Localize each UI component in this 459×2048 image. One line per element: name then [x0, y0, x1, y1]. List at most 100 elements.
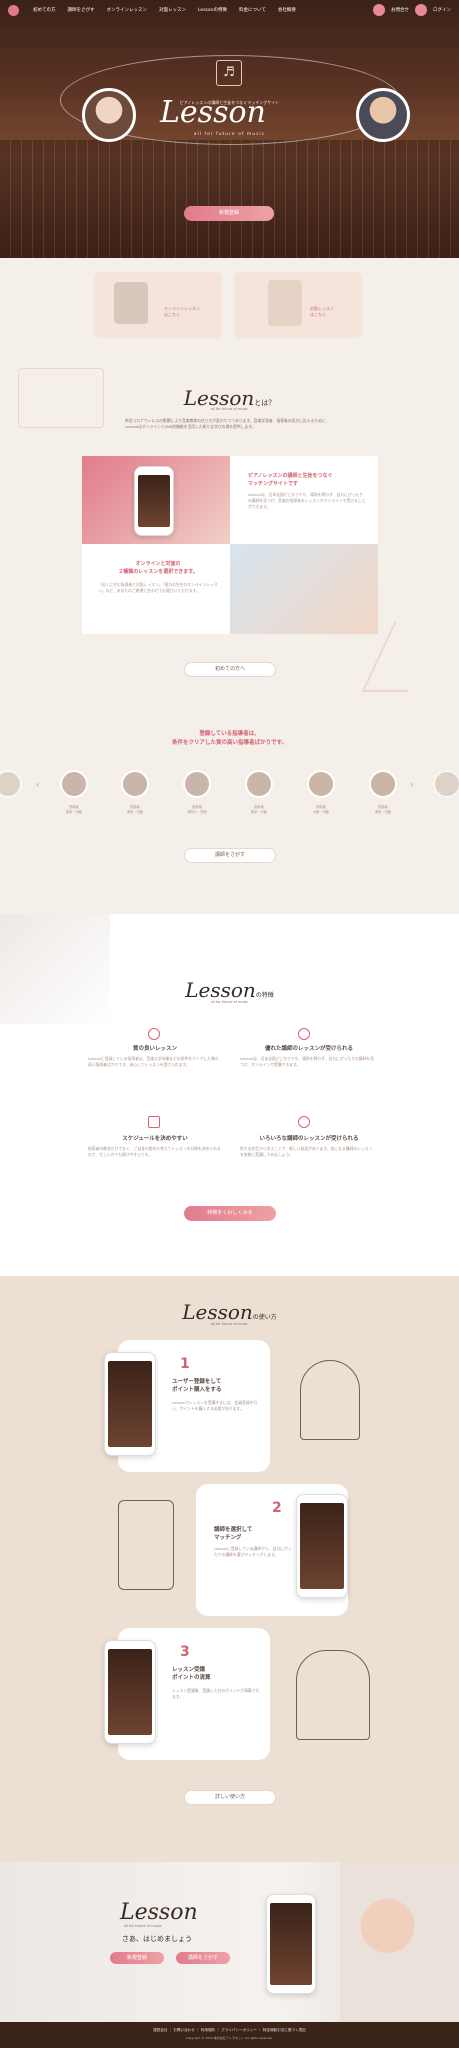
teacher-avatar[interactable] — [60, 770, 88, 798]
about-phone-block — [82, 456, 230, 544]
teacher-avatar-right — [356, 88, 410, 142]
phone-mockup — [134, 466, 174, 536]
howto-logo: Lessonの使い方 — [182, 1300, 277, 1324]
teacher-meta: 指導者 東京・対面 — [127, 805, 143, 814]
about-logo-sub: all for future of music — [210, 407, 249, 411]
about-block-1: ピアノレッスンの講師と生徒をつなぐ マッチングサイトです Lessonは、日本全… — [230, 456, 378, 544]
feature-1-title: 質の良いレッスン — [132, 1046, 177, 1052]
step-2-phone — [296, 1494, 348, 1598]
nav-company[interactable]: 会社概要 — [278, 7, 296, 13]
closing-phone — [266, 1894, 316, 1994]
feature-3-title: スケジュールを決めやすい — [122, 1136, 188, 1142]
step-2-number: 2 — [272, 1500, 282, 1516]
teacher-avatar[interactable] — [307, 770, 335, 798]
hero-logo: Lesson — [160, 95, 266, 130]
step-2-text: Lessonに登録している講師から、自分にぴったりの講師を選びマッチングします。 — [214, 1546, 292, 1557]
teacher-meta: 指導者 東京・対面 — [375, 805, 391, 814]
nav-pricing[interactable]: 料金について — [239, 7, 266, 13]
closing-logo: Lesson — [120, 1900, 198, 1925]
step-1-number: 1 — [180, 1356, 190, 1372]
quality-icon — [148, 1028, 160, 1040]
step-3-phone — [104, 1640, 156, 1744]
sheet-music-bg — [0, 914, 110, 1024]
feature-1-text: Lessonに登録している指導者は、音楽大学卒業などの条件をクリアした質の高い指… — [88, 1056, 219, 1067]
closing-teacher-photo — [340, 1862, 459, 2022]
closing-logo-sub: all for future of music — [124, 1924, 162, 1928]
teacher-icon — [298, 1028, 310, 1040]
step-1-text: Lessonでレッスンを受講するには、会員登録を行い、ポイントを購入する必要があ… — [172, 1400, 258, 1411]
teachers-heading: 登録している指導者は、 条件をクリアした質の高い指導者ばかりです。 — [171, 731, 288, 746]
carousel-next-icon[interactable]: › — [410, 780, 413, 789]
teacher-avatar[interactable] — [0, 770, 22, 798]
hero-section: ♬ ピアノレッスンの講師と生徒をつなぐマッチングサイト Lesson all f… — [0, 0, 459, 258]
about-block-1-title: ピアノレッスンの講師と生徒をつなぐ マッチングサイトです — [248, 473, 333, 487]
nav-find-teacher[interactable]: 講師をさがす — [68, 7, 95, 13]
teacher-avatar[interactable] — [245, 770, 273, 798]
about-lesson-photo — [230, 544, 378, 634]
features-logo-sub: all for future of music — [210, 1000, 249, 1004]
face-lesson-label: 対面レッスン はこちら — [310, 306, 334, 317]
hero-register-button[interactable]: 新規登録 — [184, 206, 274, 221]
user-icon[interactable] — [415, 4, 427, 16]
step-1-phone — [104, 1352, 156, 1456]
calendar-icon — [148, 1116, 160, 1128]
step-3-text: レッスン受講後、受講した分のポイントが清算されます。 — [172, 1688, 260, 1699]
feature-4-title: いろいろな講師のレッスンが受けられる — [259, 1136, 359, 1142]
nav-face[interactable]: 対面レッスン — [159, 7, 186, 13]
teacher-avatar[interactable] — [121, 770, 149, 798]
about-block-2: オンラインと対面の ２種類のレッスンを選択できます。 「近くに住む指導者と対面レ… — [82, 544, 230, 634]
about-block-2-text: 「近くに住む指導者と対面レッスン」「遠方の先生のオンラインレッスン」など、あなた… — [98, 582, 218, 593]
howto-logo-sub: all for future of music — [210, 1322, 249, 1326]
about-block-1-text: Lessonは、日本全国どこからでも、場所を問わず、自分にぴったりの講師を見つけ… — [248, 492, 366, 509]
step-3-number: 3 — [180, 1644, 190, 1660]
teacher-avatar-left — [82, 88, 136, 142]
piano-keys-bg — [0, 140, 459, 258]
about-block-2-title: オンラインと対面の ２種類のレッスンを選択できます。 — [118, 561, 198, 575]
contact-link[interactable]: お問合せ — [391, 7, 409, 13]
teacher-avatar[interactable] — [183, 770, 211, 798]
footer-copyright: Copyright © 2020 株式会社アトラネット All rights r… — [185, 2036, 274, 2040]
nav-features[interactable]: Lessonの特徴 — [198, 7, 227, 13]
woman-phone-illustration — [300, 1360, 360, 1440]
step-2-title: 講師を選択して マッチング — [214, 1527, 253, 1541]
mail-icon[interactable] — [373, 4, 385, 16]
hand-phone-illustration — [118, 1500, 174, 1590]
feature-3-text: 指導者の都合だけでなく、ご自身の都合も考えてレッスンの日時を決められるので、忙し… — [88, 1146, 221, 1157]
teacher-meta: 指導者 東京・対面 — [251, 805, 267, 814]
closing-register-button[interactable]: 新規登録 — [110, 1952, 164, 1964]
nav-right: お問合せ ログイン — [373, 4, 451, 16]
step-1-title: ユーザー登録をして ポイント購入をする — [172, 1379, 222, 1393]
features-detail-button[interactable]: 特徴をくわしくみる — [184, 1206, 276, 1221]
tablet-lesson-illustration — [296, 1650, 370, 1740]
login-link[interactable]: ログイン — [433, 7, 451, 13]
online-teacher-photo — [114, 282, 148, 324]
top-nav: 初めての方 講師をさがす オンラインレッスン 対面レッスン Lessonの特徴 … — [0, 0, 459, 20]
nav-first-time[interactable]: 初めての方 — [33, 7, 56, 13]
teacher-avatar[interactable] — [369, 770, 397, 798]
carousel-prev-icon[interactable]: ‹ — [36, 780, 39, 789]
howto-detail-button[interactable]: 詳しい使い方 — [184, 1790, 276, 1805]
teacher-meta: 指導者 神奈川・対面 — [187, 805, 207, 814]
closing-tagline: さあ、はじめましょう — [122, 1935, 192, 1943]
feature-2-title: 優れた講師のレッスンが受けられる — [264, 1046, 353, 1052]
face-student-photo — [268, 280, 302, 326]
feature-4-text: 色々な先生から学ぶことで、新しい発見があります。気になる講師のレッスンを気軽に受… — [240, 1146, 373, 1157]
site-logo-icon[interactable] — [8, 4, 19, 16]
teacher-avatar[interactable] — [433, 770, 459, 798]
first-time-button[interactable]: 初めての方へ — [184, 662, 276, 677]
piano-emblem-icon: ♬ — [216, 60, 242, 86]
feature-2-text: Lessonは、日本全国どこからでも、場所を問わず、自分にぴったりの講師を見つけ… — [240, 1056, 374, 1067]
teacher-meta: 指導者 東京・対面 — [66, 805, 82, 814]
teacher-meta: 指導者 大阪・対面 — [313, 805, 329, 814]
online-lesson-tile[interactable]: オンラインレッスン はこちら — [94, 272, 222, 338]
face-lesson-tile[interactable]: 対面レッスン はこちら — [234, 272, 362, 338]
find-teacher-button[interactable]: 講師をさがす — [184, 848, 276, 863]
closing-find-teacher-button[interactable]: 講師をさがす — [176, 1952, 230, 1964]
features-logo: Lessonの特徴 — [185, 978, 274, 1002]
step-3-title: レッスン受講 ポイントの清算 — [172, 1667, 211, 1681]
about-intro: 新型コロナウィルスの影響により音楽教育の在り方が変わりつつあります。音楽学習者、… — [125, 418, 330, 429]
online-lesson-label: オンラインレッスン はこちら — [164, 306, 200, 317]
footer-links[interactable]: 運営会社 ｜ お問い合わせ ｜ 利用規約 ｜ プライバシーポリシー ｜ 特定商取… — [0, 2022, 459, 2033]
variety-icon — [298, 1116, 310, 1128]
nav-online[interactable]: オンラインレッスン — [107, 7, 148, 13]
